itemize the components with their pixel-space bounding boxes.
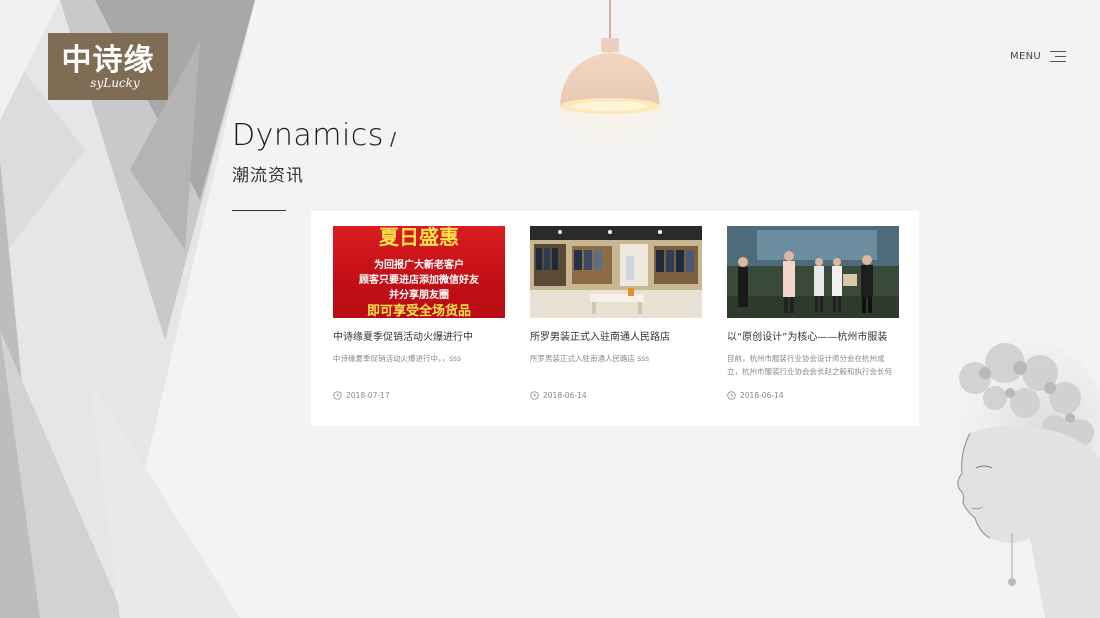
news-title[interactable]: 中诗缘夏季促销活动火爆进行中: [333, 331, 505, 344]
promo-line-1: 为回报广大新老客户: [374, 260, 464, 271]
news-date: 2018-07-17: [333, 391, 390, 400]
news-card[interactable]: 夏日盛惠 为回报广大新老客户 顾客只要进店添加微信好友 并分享朋友圈 即可享受全…: [333, 226, 505, 400]
news-card[interactable]: 所罗男装正式入驻南通人民路店 所罗男装正式入驻南通人民路店 sss 2018-0…: [530, 226, 702, 400]
promo-top-text: 夏日盛惠: [379, 226, 459, 249]
news-date-text: 2018-07-17: [346, 391, 390, 400]
menu-label: MENU: [1010, 51, 1041, 62]
news-card[interactable]: 以“原创设计”为核心——杭州市服装 目前，杭州市服装行业协会设计师分会在杭州成立…: [727, 226, 899, 400]
section-heading: Dynamics / 潮流资讯: [232, 118, 396, 186]
news-description: 目前，杭州市服装行业协会设计师分会在杭州成立，杭州市服装行业协会会长赵之毅和执行…: [727, 354, 892, 376]
news-description: 中诗缘夏季促销活动火爆进行中，，sss: [333, 354, 461, 363]
section-title-cn: 潮流资讯: [232, 166, 304, 186]
hamburger-icon: [1050, 50, 1066, 63]
pendant-lamp-image: [540, 0, 680, 195]
news-date-text: 2018-06-14: [543, 391, 587, 400]
promo-line-3: 并分享朋友圈: [389, 290, 449, 301]
title-slash: /: [389, 129, 397, 150]
menu-button[interactable]: MENU: [1010, 50, 1066, 63]
section-title-en: Dynamics: [232, 118, 384, 153]
news-date: 2018-06-14: [530, 391, 587, 400]
news-thumbnail[interactable]: 夏日盛惠 为回报广大新老客户 顾客只要进店添加微信好友 并分享朋友圈 即可享受全…: [333, 226, 505, 318]
clock-icon: [333, 391, 342, 400]
news-date: 2018-06-14: [727, 391, 784, 400]
promo-banner: 即可享受全场货品: [366, 304, 471, 318]
logo-english: syLucky: [90, 75, 140, 90]
news-panel: 夏日盛惠 为回报广大新老客户 顾客只要进店添加微信好友 并分享朋友圈 即可享受全…: [311, 211, 919, 426]
news-description: 所罗男装正式入驻南通人民路店 sss: [530, 354, 650, 363]
news-thumbnail[interactable]: [727, 226, 899, 318]
store-interior-image: [530, 226, 702, 318]
news-title[interactable]: 以“原创设计”为核心——杭州市服装: [727, 331, 899, 344]
heading-divider: [232, 210, 286, 211]
news-date-text: 2018-06-14: [740, 391, 784, 400]
brand-logo[interactable]: 中诗缘 syLucky: [48, 33, 168, 100]
clock-icon: [530, 391, 539, 400]
logo-chinese: 中诗缘: [61, 42, 155, 78]
news-title[interactable]: 所罗男装正式入驻南通人民路店: [530, 331, 702, 344]
promo-line-2: 顾客只要进店添加微信好友: [359, 275, 479, 286]
news-thumbnail[interactable]: [530, 226, 702, 318]
award-ceremony-image: [727, 226, 899, 318]
clock-icon: [727, 391, 736, 400]
